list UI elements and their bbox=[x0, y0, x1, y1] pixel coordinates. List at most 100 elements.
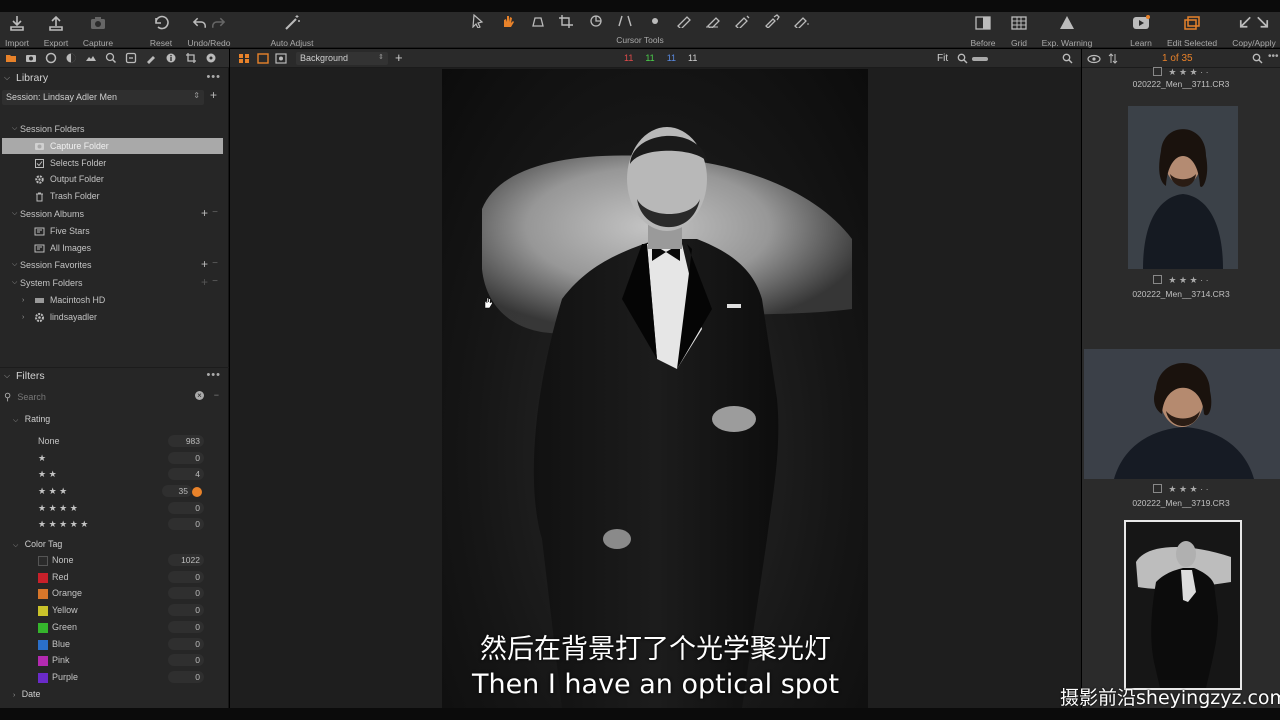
macintosh-hd-item[interactable]: › Macintosh HD bbox=[22, 292, 248, 308]
edit-selected-button[interactable]: Edit Selected bbox=[1163, 12, 1221, 48]
remove-favorite-icon[interactable]: − bbox=[212, 258, 218, 269]
search-icon[interactable] bbox=[1252, 53, 1263, 64]
tab-library[interactable] bbox=[4, 51, 18, 65]
rating-row-none[interactable]: None 983 bbox=[0, 434, 226, 450]
rotate-icon[interactable] bbox=[587, 14, 605, 28]
color-tag-row-green[interactable]: Green 0 bbox=[0, 620, 226, 636]
exp-warning-button[interactable]: Exp. Warning bbox=[1040, 12, 1094, 48]
browser-more-icon[interactable]: ••• bbox=[1268, 51, 1279, 62]
crop-icon[interactable] bbox=[558, 14, 576, 28]
main-photo[interactable] bbox=[442, 69, 868, 708]
learn-button[interactable]: Learn bbox=[1128, 12, 1154, 48]
select-checkbox[interactable] bbox=[1153, 275, 1163, 284]
album-five-stars[interactable]: Five Stars bbox=[34, 223, 260, 239]
color-tag-row-orange[interactable]: Orange 0 bbox=[0, 586, 226, 602]
rating-filter-header[interactable]: ⌵ Rating bbox=[13, 414, 50, 425]
tab-details[interactable] bbox=[104, 51, 118, 65]
tab-capture[interactable] bbox=[24, 51, 38, 65]
grid-button[interactable]: Grid bbox=[1006, 12, 1032, 48]
lindsayadler-item[interactable]: › lindsayadler bbox=[22, 309, 248, 325]
before-button[interactable]: Before bbox=[968, 12, 998, 48]
more-options-icon[interactable]: ••• bbox=[206, 369, 221, 381]
thumb-rating[interactable]: ★ ★ ★ · · bbox=[1082, 484, 1280, 495]
zoom-level[interactable]: Fit bbox=[937, 53, 948, 64]
add-favorite-icon[interactable]: + bbox=[201, 257, 208, 271]
more-options-icon[interactable]: ••• bbox=[206, 71, 221, 83]
zoom-icon[interactable] bbox=[957, 53, 968, 64]
color-picker-icon[interactable] bbox=[763, 14, 781, 28]
loupe-icon[interactable] bbox=[529, 14, 547, 28]
tab-adjustments[interactable] bbox=[124, 51, 138, 65]
brush-icon[interactable] bbox=[675, 14, 693, 28]
pan-hand-icon[interactable] bbox=[499, 14, 517, 28]
tab-color[interactable] bbox=[44, 51, 58, 65]
filters-section-header[interactable]: ⌵ Filters ••• bbox=[0, 367, 229, 383]
single-view-icon[interactable] bbox=[257, 53, 269, 64]
color-tag-row-red[interactable]: Red 0 bbox=[0, 570, 226, 586]
thumb-rating[interactable]: ★ ★ ★ · · bbox=[1082, 275, 1280, 286]
thumbnail-selected[interactable] bbox=[1124, 520, 1242, 690]
select-arrow-icon[interactable] bbox=[470, 14, 488, 28]
color-tag-row-none[interactable]: None 1022 bbox=[0, 553, 226, 569]
selects-folder-item[interactable]: Selects Folder bbox=[34, 155, 260, 171]
remove-system-folder-icon[interactable]: − bbox=[212, 276, 218, 287]
thumbnail-3714[interactable] bbox=[1128, 106, 1238, 269]
color-tag-filter-header[interactable]: ⌵ Color Tag bbox=[13, 539, 62, 550]
session-folders-header[interactable]: ⌵ Session Folders bbox=[12, 121, 238, 137]
color-tag-row-blue[interactable]: Blue 0 bbox=[0, 637, 226, 653]
proof-view-icon[interactable] bbox=[275, 53, 287, 64]
session-select[interactable]: Session: Lindsay Adler Men ⇕ bbox=[2, 90, 204, 105]
album-all-images[interactable]: All Images bbox=[34, 240, 260, 256]
session-albums-header[interactable]: ⌵ Session Albums + − bbox=[12, 206, 226, 222]
eraser-icon[interactable] bbox=[704, 14, 722, 28]
add-album-icon[interactable]: + bbox=[201, 206, 208, 220]
filter-search-input[interactable]: ⚲ Search × − bbox=[4, 390, 222, 404]
tab-info[interactable] bbox=[164, 51, 178, 65]
rating-row-5-star[interactable]: ★ ★ ★ ★ ★ 0 bbox=[0, 517, 226, 533]
thumb-rating[interactable]: ★ ★ ★ · · bbox=[1082, 67, 1280, 78]
rating-row-4-star[interactable]: ★ ★ ★ ★ 0 bbox=[0, 501, 226, 517]
background-select[interactable]: Background ⇕ bbox=[296, 52, 388, 65]
add-variant-icon[interactable]: + bbox=[395, 50, 403, 65]
gradient-mask-icon[interactable] bbox=[792, 14, 810, 28]
export-button[interactable]: Export bbox=[41, 12, 71, 48]
system-folders-header[interactable]: ⌵ System Folders + − bbox=[12, 275, 226, 291]
library-section-header[interactable]: ⌵ Library ••• bbox=[0, 70, 229, 86]
multi-view-icon[interactable] bbox=[238, 53, 250, 64]
tab-help[interactable] bbox=[204, 51, 218, 65]
eye-icon[interactable] bbox=[1087, 54, 1101, 64]
trash-folder-item[interactable]: Trash Folder bbox=[34, 188, 260, 204]
rating-row-2-star[interactable]: ★ ★ 4 bbox=[0, 467, 226, 483]
keystone-icon[interactable] bbox=[616, 14, 634, 28]
clear-search-icon[interactable]: × bbox=[195, 391, 204, 400]
search-icon[interactable] bbox=[1062, 53, 1073, 64]
active-filter-badge[interactable] bbox=[192, 487, 202, 497]
reset-button[interactable]: Reset bbox=[148, 12, 174, 48]
undo-redo-button[interactable]: Undo/Redo bbox=[186, 12, 232, 48]
color-tag-row-pink[interactable]: Pink 0 bbox=[0, 653, 226, 669]
thumbnail-3719[interactable] bbox=[1084, 349, 1280, 479]
zoom-slider[interactable] bbox=[972, 57, 988, 61]
output-folder-item[interactable]: Output Folder bbox=[34, 171, 260, 187]
tab-crop[interactable] bbox=[184, 51, 198, 65]
import-button[interactable]: Import bbox=[4, 12, 30, 48]
add-system-folder-icon[interactable]: + bbox=[201, 275, 208, 289]
color-tag-row-yellow[interactable]: Yellow 0 bbox=[0, 603, 226, 619]
spot-removal-icon[interactable] bbox=[646, 14, 664, 28]
date-filter-header[interactable]: › Date bbox=[13, 689, 40, 699]
select-checkbox[interactable] bbox=[1153, 67, 1163, 76]
tab-lens[interactable] bbox=[84, 51, 98, 65]
draw-mask-icon[interactable] bbox=[733, 14, 751, 28]
remove-album-icon[interactable]: − bbox=[212, 207, 218, 218]
capture-folder-item[interactable]: Capture Folder bbox=[2, 138, 223, 154]
sort-icon[interactable] bbox=[1108, 53, 1118, 64]
tab-exposure[interactable] bbox=[64, 51, 78, 65]
select-checkbox[interactable] bbox=[1153, 484, 1163, 493]
tab-metadata[interactable] bbox=[144, 51, 158, 65]
rating-row-3-star[interactable]: ★ ★ ★ 35 bbox=[0, 484, 226, 500]
color-tag-row-purple[interactable]: Purple 0 bbox=[0, 670, 226, 686]
capture-button[interactable]: Capture bbox=[80, 12, 116, 48]
search-options-icon[interactable]: − bbox=[214, 390, 219, 400]
session-favorites-header[interactable]: ⌵ Session Favorites + − bbox=[12, 257, 226, 273]
rating-row-1-star[interactable]: ★ 0 bbox=[0, 451, 226, 467]
